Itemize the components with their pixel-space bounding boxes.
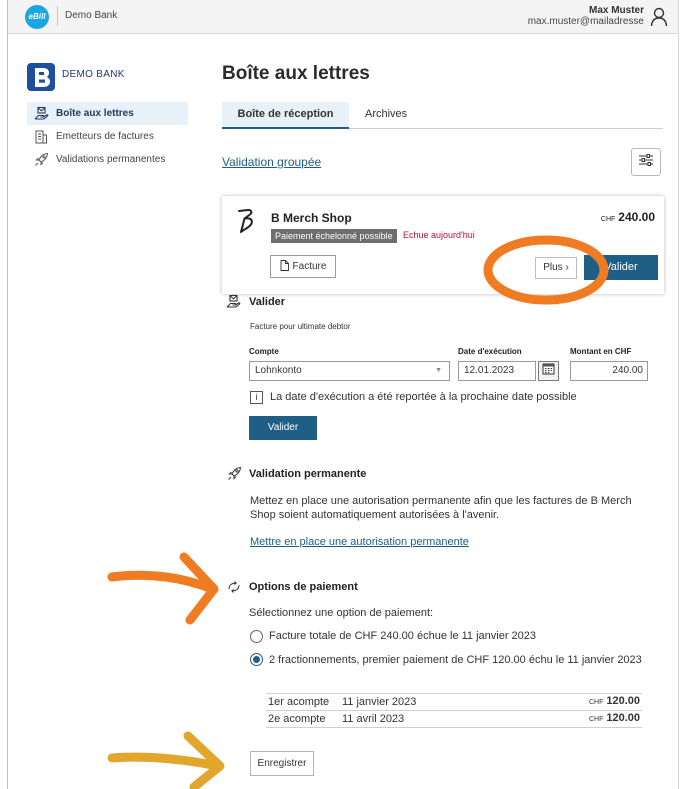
orange-arrow-shaft bbox=[107, 570, 217, 594]
installment-badge: Paiement échelonné possible bbox=[271, 229, 397, 243]
amount-value: 120.00 bbox=[606, 712, 640, 724]
installment-date: 11 janvier 2023 bbox=[342, 696, 417, 708]
bank-name: Demo Bank bbox=[65, 10, 118, 21]
table-row: 1er acompte 11 janvier 2023 CHF 120.00 bbox=[266, 694, 642, 711]
ebill-logo[interactable]: eBill bbox=[25, 5, 49, 29]
setup-permanent-authorization-link[interactable]: Mettre en place une autorisation permane… bbox=[250, 536, 469, 548]
user-email: max.muster@mailadresse bbox=[527, 16, 644, 27]
window-left-border bbox=[7, 0, 8, 789]
tab-bar: Boîte de réception Archives bbox=[222, 102, 663, 129]
account-select-value: Lohnkonto bbox=[255, 365, 302, 376]
payment-options-prompt: Sélectionnez une option de paiement: bbox=[249, 607, 434, 619]
topbar-divider bbox=[57, 6, 58, 26]
tab-archives[interactable]: Archives bbox=[365, 102, 407, 129]
execution-date-label: Date d'exécution bbox=[458, 347, 522, 356]
save-button[interactable]: Enregistrer bbox=[250, 751, 314, 776]
group-validation-link[interactable]: Validation groupée bbox=[222, 155, 321, 169]
sliders-icon bbox=[638, 153, 654, 172]
orange-arrow-head bbox=[179, 552, 219, 625]
debtor-note: Facture pour ultimate debtor bbox=[250, 322, 351, 331]
facture-button[interactable]: Facture bbox=[270, 255, 336, 278]
due-status: Echue aujourd'hui bbox=[403, 230, 475, 240]
sidebar-item-label: Emetteurs de factures bbox=[56, 131, 154, 142]
gold-arrow-head bbox=[183, 731, 225, 789]
merchant-name: B Merch Shop bbox=[271, 211, 352, 225]
invoice-amount: CHF 240.00 bbox=[601, 210, 655, 224]
rocket-icon bbox=[227, 466, 242, 486]
window-right-border bbox=[678, 0, 679, 789]
radio-full-payment[interactable] bbox=[250, 630, 263, 643]
table-row: 2e acompte 11 avril 2023 CHF 120.00 bbox=[266, 711, 642, 728]
mailbox-hand-icon bbox=[226, 294, 241, 314]
card-validate-button[interactable]: Valider bbox=[584, 255, 658, 280]
filter-button[interactable] bbox=[631, 148, 661, 176]
mailbox-hand-icon bbox=[33, 106, 49, 122]
building-icon bbox=[33, 129, 49, 145]
calendar-button[interactable] bbox=[538, 361, 559, 381]
sidebar-item-billers[interactable]: Emetteurs de factures bbox=[27, 125, 188, 148]
currency-label: CHF bbox=[600, 216, 616, 223]
validate-button[interactable]: Valider bbox=[249, 416, 317, 440]
installment-label: 2e acompte bbox=[268, 713, 326, 725]
installment-amount: CHF 120.00 bbox=[589, 695, 640, 707]
permanent-validation-title: Validation permanente bbox=[249, 468, 367, 480]
installment-amount: CHF 120.00 bbox=[589, 712, 640, 724]
tab-inbox[interactable]: Boîte de réception bbox=[222, 102, 349, 129]
sidebar-item-label: Boîte aux lettres bbox=[56, 108, 134, 119]
amount-input[interactable]: 240.00 bbox=[570, 361, 648, 381]
date-info-text: La date d'exécution a été reportée à la … bbox=[270, 391, 577, 403]
permanent-validation-text: Mettez en place une autorisation permane… bbox=[250, 495, 632, 521]
gold-arrow-shaft bbox=[107, 752, 223, 771]
top-bar: eBill Demo Bank Max Muster max.muster@ma… bbox=[8, 0, 678, 34]
more-button[interactable]: Plus › bbox=[535, 257, 577, 279]
user-name: Max Muster bbox=[588, 5, 644, 16]
full-payment-option-label[interactable]: Facture totale de CHF 240.00 échue le 11… bbox=[269, 630, 536, 643]
invoice-card[interactable]: B Merch Shop Paiement échelonné possible… bbox=[222, 196, 664, 294]
installments-table: 1er acompte 11 janvier 2023 CHF 120.00 2e… bbox=[266, 693, 642, 728]
payment-options-title: Options de paiement bbox=[249, 581, 358, 593]
sidebar-item-mailbox[interactable]: Boîte aux lettres bbox=[27, 102, 188, 125]
execution-date-input[interactable]: 12.01.2023 bbox=[458, 361, 536, 381]
app-window: eBill Demo Bank Max Muster max.muster@ma… bbox=[0, 0, 682, 789]
radio-installments[interactable] bbox=[250, 653, 263, 666]
currency-label: CHF bbox=[588, 699, 604, 706]
split-payment-icon bbox=[227, 580, 241, 599]
document-icon bbox=[280, 259, 289, 274]
sidebar-item-permanent-validations[interactable]: Validations permanentes bbox=[27, 148, 188, 171]
rocket-icon bbox=[33, 152, 49, 168]
page-title: Boîte aux lettres bbox=[222, 63, 370, 84]
merchant-logo-icon bbox=[236, 208, 256, 239]
installment-date: 11 avril 2023 bbox=[342, 713, 405, 725]
account-label: Compte bbox=[249, 347, 279, 356]
amount-value: 240.00 bbox=[618, 210, 655, 224]
sidebar-item-label: Validations permanentes bbox=[56, 154, 166, 165]
bank-logo-icon bbox=[27, 63, 55, 96]
account-select[interactable]: Lohnkonto ▼ bbox=[249, 361, 450, 381]
validate-section-title: Valider bbox=[249, 296, 286, 308]
installment-label: 1er acompte bbox=[268, 696, 330, 708]
amount-label: Montant en CHF bbox=[570, 347, 632, 356]
facture-button-label: Facture bbox=[292, 261, 327, 272]
info-icon: i bbox=[250, 391, 263, 404]
chevron-down-icon: ▼ bbox=[435, 367, 442, 374]
calendar-icon bbox=[542, 362, 555, 380]
user-profile-icon[interactable] bbox=[650, 7, 668, 32]
currency-label: CHF bbox=[588, 716, 604, 723]
amount-value: 120.00 bbox=[606, 695, 640, 707]
bank-brand-name: DEMO BANK bbox=[62, 69, 125, 80]
installments-option-label[interactable]: 2 fractionnements, premier paiement de C… bbox=[269, 654, 647, 667]
